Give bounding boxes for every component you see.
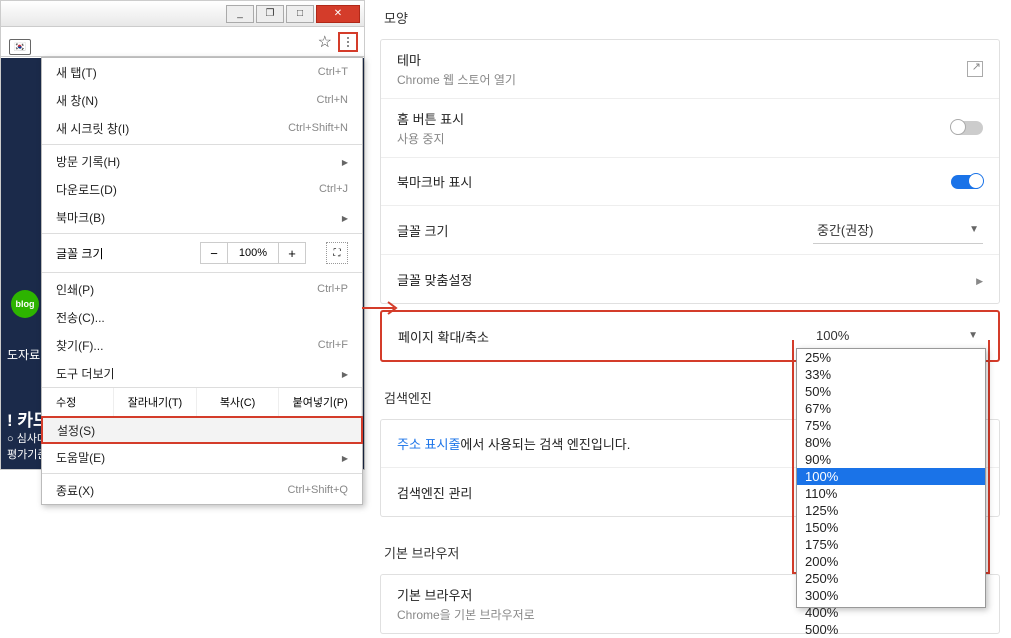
zoom-option[interactable]: 500% xyxy=(797,621,985,638)
restore-button[interactable]: ❐ xyxy=(256,5,284,23)
menu-settings[interactable]: 설정(S) xyxy=(41,416,363,444)
menu-copy[interactable]: 복사(C) xyxy=(197,388,280,416)
menu-new-window[interactable]: 새 창(N)Ctrl+N xyxy=(42,86,362,114)
menu-find[interactable]: 찾기(F)...Ctrl+F xyxy=(42,331,362,359)
chevron-right-icon xyxy=(976,272,983,287)
row-font-custom[interactable]: 글꼴 맞춤설정 xyxy=(381,255,999,303)
menu-help[interactable]: 도움말(E) xyxy=(42,443,362,471)
chevron-right-icon xyxy=(342,210,348,224)
zoom-option[interactable]: 75% xyxy=(797,417,985,434)
menu-history[interactable]: 방문 기록(H) xyxy=(42,147,362,175)
zoom-label: 글꼴 크기 xyxy=(56,245,104,262)
caret-down-icon: ▼ xyxy=(968,330,978,341)
theme-title: 테마 xyxy=(397,50,516,69)
menu-paste[interactable]: 붙여넣기(P) xyxy=(279,388,362,416)
menu-separator xyxy=(42,473,362,474)
menu-print[interactable]: 인쇄(P)Ctrl+P xyxy=(42,275,362,303)
addr-link: 주소 표시줄 xyxy=(397,437,460,452)
chevron-right-icon xyxy=(342,366,348,380)
default-browser-sub: Chrome을 기본 브라우저로 xyxy=(397,606,535,623)
section-appearance-title: 모양 xyxy=(380,0,1000,39)
maximize-button[interactable]: □ xyxy=(286,5,314,23)
blog-icon: blog xyxy=(11,290,39,318)
zoom-out-button[interactable]: − xyxy=(200,242,228,264)
zoom-option[interactable]: 25% xyxy=(797,349,985,366)
menu-downloads[interactable]: 다운로드(D)Ctrl+J xyxy=(42,175,362,203)
flag-icon: 🇰🇷 xyxy=(9,39,31,55)
menu-bookmarks[interactable]: 북마크(B) xyxy=(42,203,362,231)
settings-page: 모양 테마 Chrome 웹 스토어 열기 홈 버튼 표시 사용 중지 북마크바… xyxy=(380,0,1000,580)
zoom-option[interactable]: 200% xyxy=(797,553,985,570)
title-bar: _ ❐ □ ✕ xyxy=(1,1,364,27)
external-link-icon xyxy=(967,61,983,77)
annotation-arrow-icon xyxy=(360,298,400,318)
font-custom-title: 글꼴 맞춤설정 xyxy=(397,270,472,289)
font-size-title: 글꼴 크기 xyxy=(397,221,448,240)
font-size-select[interactable]: 중간(권장) ▼ xyxy=(813,216,983,244)
menu-separator xyxy=(42,233,362,234)
menu-zoom-row: 글꼴 크기 − 100% + ⛶ xyxy=(42,236,362,270)
fullscreen-icon[interactable]: ⛶ xyxy=(326,242,348,264)
minimize-button[interactable]: _ xyxy=(226,5,254,23)
zoom-option[interactable]: 175% xyxy=(797,536,985,553)
zoom-option[interactable]: 125% xyxy=(797,502,985,519)
row-page-zoom-card: 페이지 확대/축소 100% ▼ 25%33%50%67%75%80%90%10… xyxy=(380,310,1000,362)
close-button[interactable]: ✕ xyxy=(316,5,360,23)
bookmark-bar-toggle[interactable] xyxy=(951,175,983,189)
zoom-option[interactable]: 150% xyxy=(797,519,985,536)
row-bookmark-bar: 북마크바 표시 xyxy=(381,158,999,206)
chevron-right-icon xyxy=(342,450,348,464)
zoom-option[interactable]: 100% xyxy=(797,468,985,485)
bookmark-star-icon[interactable]: ☆ xyxy=(318,32,332,52)
menu-exit[interactable]: 종료(X)Ctrl+Shift+Q xyxy=(42,476,362,504)
toolbar-row: ☆ xyxy=(1,27,364,57)
zoom-option[interactable]: 90% xyxy=(797,451,985,468)
theme-sub: Chrome 웹 스토어 열기 xyxy=(397,71,516,88)
zoom-option[interactable]: 50% xyxy=(797,383,985,400)
home-button-sub: 사용 중지 xyxy=(397,130,464,147)
row-theme[interactable]: 테마 Chrome 웹 스토어 열기 xyxy=(381,40,999,99)
menu-cut[interactable]: 잘라내기(T) xyxy=(114,388,197,416)
home-button-toggle[interactable] xyxy=(951,121,983,135)
bg-text: 도자료 xyxy=(7,346,40,363)
page-zoom-dropdown: 25%33%50%67%75%80%90%100%110%125%150%175… xyxy=(796,348,986,608)
menu-incognito[interactable]: 새 시크릿 창(I)Ctrl+Shift+N xyxy=(42,114,362,142)
appearance-card: 테마 Chrome 웹 스토어 열기 홈 버튼 표시 사용 중지 북마크바 표시… xyxy=(380,39,1000,304)
main-menu-dropdown: 새 탭(T)Ctrl+T 새 창(N)Ctrl+N 새 시크릿 창(I)Ctrl… xyxy=(41,57,363,505)
zoom-option[interactable]: 400% xyxy=(797,604,985,621)
zoom-option[interactable]: 33% xyxy=(797,366,985,383)
bookmark-bar-title: 북마크바 표시 xyxy=(397,172,472,191)
zoom-option[interactable]: 80% xyxy=(797,434,985,451)
zoom-option[interactable]: 67% xyxy=(797,400,985,417)
home-button-title: 홈 버튼 표시 xyxy=(397,109,464,128)
row-font-size: 글꼴 크기 중간(권장) ▼ xyxy=(381,206,999,255)
menu-new-tab[interactable]: 새 탭(T)Ctrl+T xyxy=(42,58,362,86)
kebab-menu-button[interactable] xyxy=(338,32,358,52)
manage-engines-title: 검색엔진 관리 xyxy=(397,483,472,502)
menu-edit-row: 수정 잘라내기(T) 복사(C) 붙여넣기(P) xyxy=(42,387,362,417)
zoom-option[interactable]: 110% xyxy=(797,485,985,502)
dots-icon xyxy=(347,37,349,39)
edit-label: 수정 xyxy=(42,388,114,416)
menu-cast[interactable]: 전송(C)... xyxy=(42,303,362,331)
menu-separator xyxy=(42,144,362,145)
row-home-button: 홈 버튼 표시 사용 중지 xyxy=(381,99,999,158)
caret-down-icon: ▼ xyxy=(969,224,979,235)
menu-separator xyxy=(42,272,362,273)
menu-more-tools[interactable]: 도구 더보기 xyxy=(42,359,362,387)
zoom-percent: 100% xyxy=(228,242,278,264)
browser-window: _ ❐ □ ✕ ☆ 🇰🇷 국가 알아 blog 도자료 ! 카드 ○ 심사대상 … xyxy=(0,0,365,470)
page-zoom-select[interactable]: 100% ▼ xyxy=(812,322,982,350)
page-zoom-title: 페이지 확대/축소 xyxy=(398,327,489,346)
default-browser-label: 기본 브라우저 xyxy=(397,585,535,604)
zoom-option[interactable]: 300% xyxy=(797,587,985,604)
chevron-right-icon xyxy=(342,154,348,168)
zoom-in-button[interactable]: + xyxy=(278,242,306,264)
